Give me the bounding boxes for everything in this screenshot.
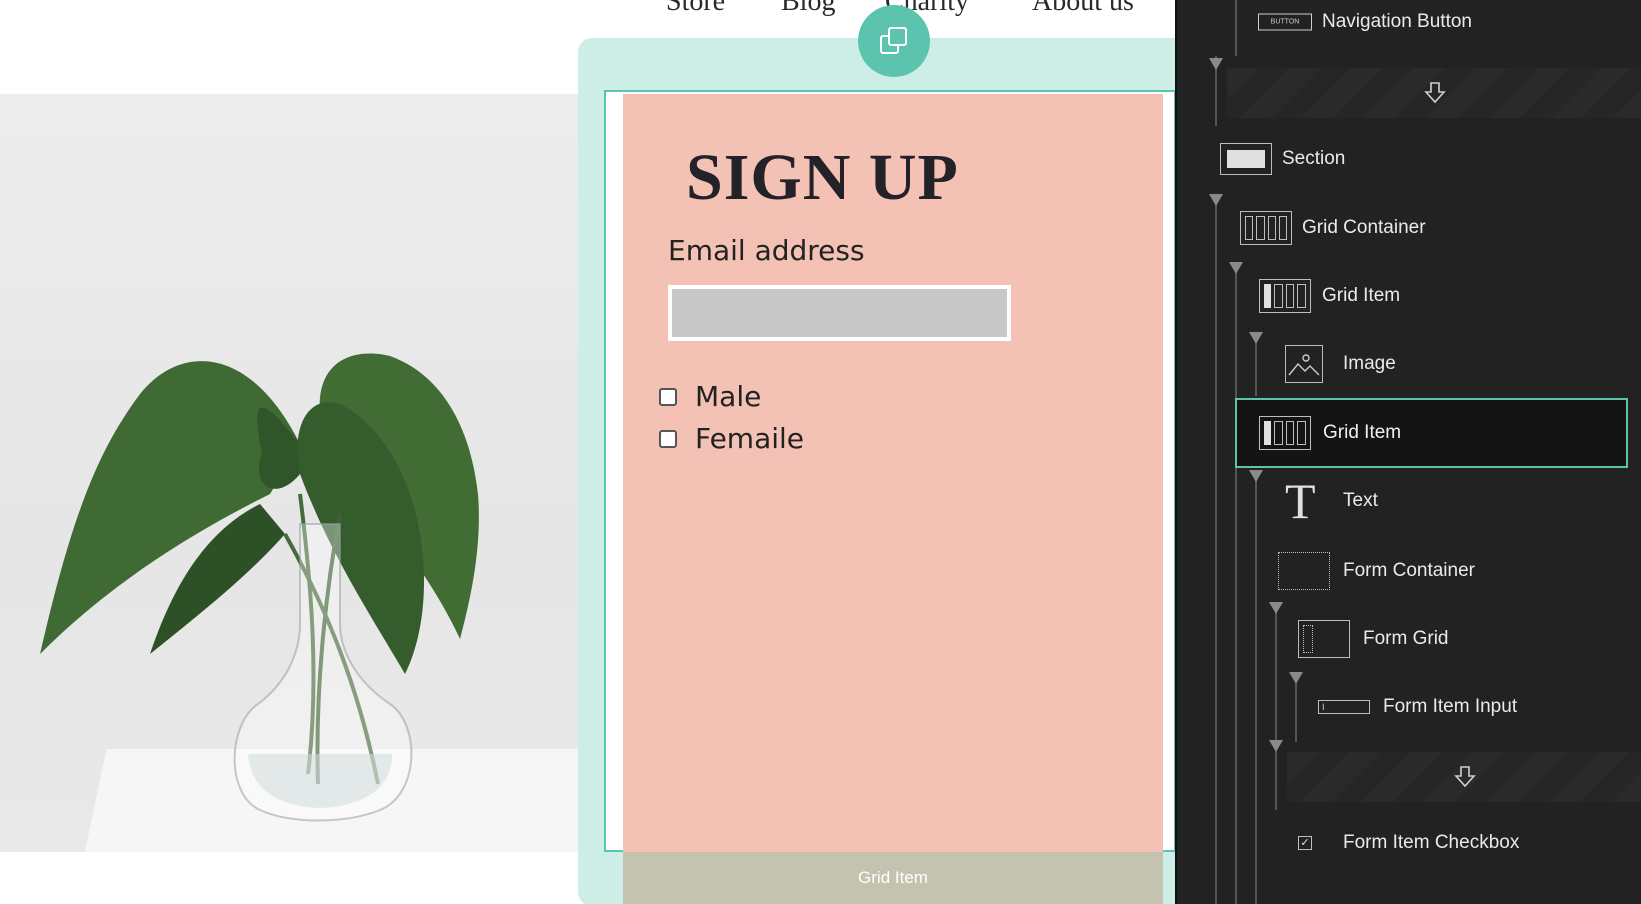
- grid-container-icon: [1240, 211, 1292, 245]
- email-input[interactable]: [668, 285, 1011, 341]
- design-canvas[interactable]: Store Blog Charity About us SIGN UP Emai…: [0, 0, 1175, 904]
- section-icon: [1220, 143, 1272, 175]
- tree-item-form-grid[interactable]: Form Grid: [1177, 611, 1641, 667]
- plant-image[interactable]: [0, 94, 590, 852]
- checkbox-row-femaile[interactable]: Femaile: [659, 422, 804, 455]
- tree-item-navigation-button[interactable]: BUTTON Navigation Button: [1177, 0, 1641, 50]
- plant-vase-illustration: [40, 353, 479, 822]
- femaile-label: Femaile: [695, 422, 805, 455]
- tree-item-label: Section: [1282, 148, 1346, 169]
- checkbox-icon: ✓: [1298, 836, 1312, 850]
- collapse-toggle-icon[interactable]: [1269, 740, 1283, 752]
- male-label: Male: [695, 380, 762, 413]
- email-label: Email address: [668, 234, 865, 267]
- navigator-panel[interactable]: BUTTON Navigation Button Section Grid Co…: [1175, 0, 1641, 904]
- tree-item-label: Form Container: [1343, 560, 1475, 581]
- image-icon: [1285, 345, 1323, 383]
- form-grid-icon: [1298, 620, 1350, 658]
- grid-item-icon: [1259, 279, 1311, 313]
- tree-item-grid-item[interactable]: Grid Item: [1177, 268, 1641, 324]
- drop-zone[interactable]: [1227, 68, 1641, 118]
- text-icon: T: [1285, 473, 1316, 529]
- collapse-toggle-icon[interactable]: [1209, 58, 1223, 70]
- tree-item-label: Form Item Input: [1383, 696, 1518, 717]
- tree-item-image[interactable]: Image: [1177, 336, 1641, 392]
- nav-link-blog[interactable]: Blog: [781, 0, 835, 18]
- arrow-down-icon: [1454, 766, 1476, 788]
- nav-link-about-us[interactable]: About us: [1032, 0, 1134, 18]
- tree-item-form-container[interactable]: Form Container: [1177, 543, 1641, 599]
- grid-item-footer-label: Grid Item: [623, 852, 1163, 904]
- femaile-checkbox[interactable]: [659, 429, 677, 448]
- duplicate-icon: [880, 27, 907, 54]
- tree-item-grid-container[interactable]: Grid Container: [1177, 200, 1641, 256]
- tree-item-label: Navigation Button: [1322, 11, 1472, 32]
- tree-item-text[interactable]: T Text: [1177, 473, 1641, 529]
- signup-title: SIGN UP: [686, 141, 959, 214]
- canvas-bottom-area: [0, 852, 590, 904]
- duplicate-button[interactable]: [858, 5, 930, 77]
- male-checkbox[interactable]: [659, 387, 677, 406]
- grid-item-icon: [1259, 416, 1311, 450]
- tree-item-form-input[interactable]: I Form Item Input: [1177, 679, 1641, 735]
- tree-item-label: Grid Item: [1323, 422, 1402, 443]
- tree-item-label: Grid Item: [1322, 285, 1401, 306]
- checkbox-row-male[interactable]: Male: [659, 380, 761, 413]
- arrow-down-icon: [1424, 82, 1446, 104]
- tree-item-label: Text: [1343, 490, 1378, 511]
- tree-item-section[interactable]: Section: [1177, 131, 1641, 187]
- drop-zone[interactable]: [1287, 752, 1641, 802]
- form-container-icon: [1278, 552, 1330, 590]
- tree-item-grid-item-selected[interactable]: Grid Item: [1235, 398, 1628, 468]
- tree-item-label: Form Grid: [1363, 628, 1449, 649]
- tree-item-label: Image: [1343, 353, 1396, 374]
- tree-item-form-checkbox[interactable]: ✓ Form Item Checkbox: [1177, 815, 1641, 871]
- tree-item-label: Form Item Checkbox: [1343, 832, 1520, 853]
- tree-item-label: Grid Container: [1302, 217, 1426, 238]
- nav-link-store[interactable]: Store: [666, 0, 725, 18]
- form-input-icon: I: [1318, 700, 1370, 714]
- button-icon: BUTTON: [1258, 13, 1312, 31]
